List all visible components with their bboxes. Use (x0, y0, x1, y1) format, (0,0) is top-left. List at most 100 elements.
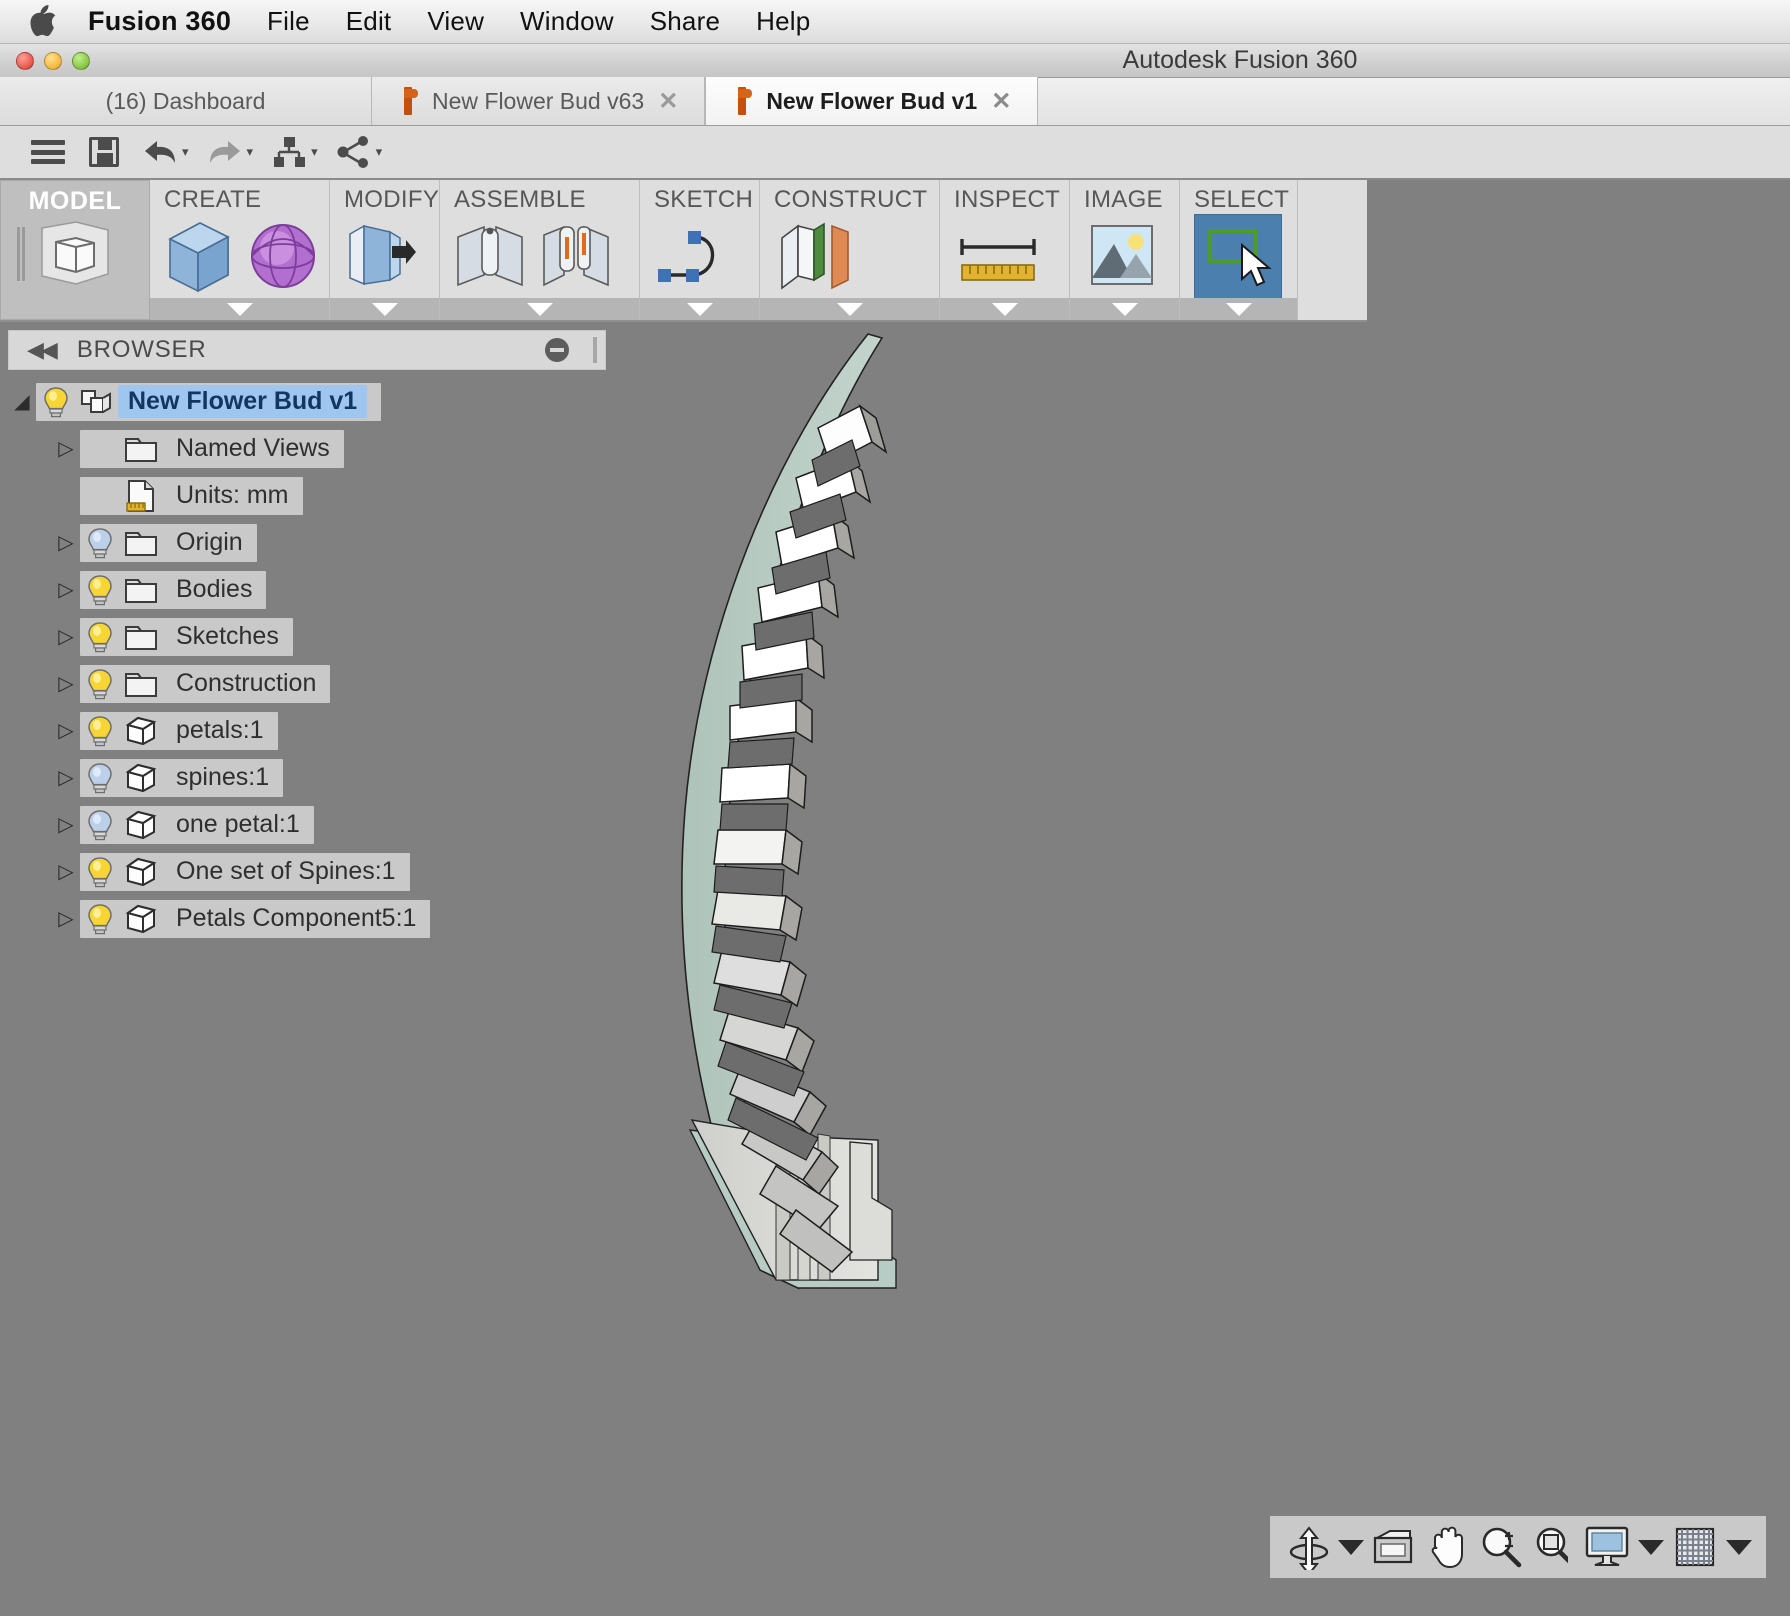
hierarchy-button[interactable] (263, 130, 315, 174)
browser-panel-header[interactable]: ◀◀ BROWSER (8, 330, 606, 370)
ribbon-panel-modify[interactable]: MODIFY (330, 180, 440, 320)
box-icon[interactable] (164, 217, 234, 295)
ribbon-panel-sketch-dropdown[interactable] (640, 298, 759, 320)
apple-logo-icon[interactable] (30, 4, 60, 39)
offset-plane-icon[interactable] (774, 218, 856, 294)
close-icon[interactable]: ✕ (658, 87, 678, 116)
ribbon-panel-select[interactable]: SELECT (1180, 180, 1298, 320)
share-caret-icon[interactable]: ▾ (376, 144, 383, 160)
ribbon-toolbar[interactable]: MODEL CREATE MODIFY ASSEMBLE SKETCH CONS… (0, 180, 1367, 322)
grid-snap-button[interactable] (1670, 1522, 1720, 1572)
share-button[interactable] (328, 130, 380, 174)
light-bulb-on-icon[interactable] (80, 668, 120, 700)
ribbon-panel-select-dropdown[interactable] (1180, 298, 1297, 320)
browser-tree-item-chip[interactable]: Named Views (80, 429, 344, 468)
twisty-collapsed-icon[interactable]: ▷ (52, 436, 80, 461)
twisty-collapsed-icon[interactable]: ▷ (52, 765, 80, 790)
view-navigation-bar[interactable] (1270, 1516, 1594, 1578)
undo-caret-icon[interactable]: ▾ (182, 144, 189, 160)
workspace-tab-model[interactable]: MODEL (0, 180, 150, 320)
as-built-joint-icon[interactable] (540, 219, 612, 293)
browser-tree-item-construction[interactable]: ▷ Construction (8, 660, 608, 707)
menu-item-file[interactable]: File (249, 6, 328, 37)
light-bulb-on-icon[interactable] (80, 903, 120, 935)
mac-menu-bar[interactable]: Fusion 360 File Edit View Window Share H… (0, 0, 1790, 44)
light-bulb-on-icon[interactable] (80, 856, 120, 888)
press-pull-icon[interactable] (344, 218, 416, 294)
twisty-collapsed-icon[interactable]: ▷ (52, 906, 80, 931)
ribbon-panel-assemble-dropdown[interactable] (440, 298, 639, 320)
undo-button[interactable] (134, 130, 186, 174)
ribbon-panel-create[interactable]: CREATE (150, 180, 330, 320)
light-bulb-on-icon[interactable] (80, 574, 120, 606)
twisty-collapsed-icon[interactable]: ▷ (52, 530, 80, 555)
browser-tree-item-spines-1[interactable]: ▷ spines:1 (8, 754, 608, 801)
select-window-icon[interactable] (1194, 214, 1282, 300)
orbit-caret-icon[interactable] (1338, 1539, 1364, 1555)
ribbon-panel-inspect[interactable]: INSPECT (940, 180, 1070, 320)
ribbon-panel-modify-dropdown[interactable] (330, 298, 439, 320)
light-bulb-off-icon[interactable] (80, 527, 120, 559)
twisty-collapsed-icon[interactable]: ▷ (52, 624, 80, 649)
browser-tree-item-one-set-of-spines-1[interactable]: ▷ One set of Spines:1 (8, 848, 608, 895)
browser-tree-item-chip[interactable]: Units: mm (80, 476, 303, 515)
pan-button[interactable] (1422, 1522, 1472, 1572)
menu-item-fusion-360[interactable]: Fusion 360 (88, 6, 249, 37)
menu-item-window[interactable]: Window (502, 6, 632, 37)
browser-tree-item-one-petal-1[interactable]: ▷ one petal:1 (8, 801, 608, 848)
light-bulb-off-icon[interactable] (80, 809, 120, 841)
quick-access-toolbar[interactable]: ▾ ▾ ▾ ▾ (0, 126, 1790, 180)
close-icon[interactable]: ✕ (991, 87, 1011, 116)
display-settings-caret-icon[interactable] (1638, 1539, 1664, 1555)
double-chevron-left-icon[interactable]: ◀◀ (27, 337, 58, 363)
menu-item-edit[interactable]: Edit (328, 6, 410, 37)
ribbon-grip[interactable] (17, 227, 25, 281)
canvas-image-icon[interactable] (1084, 220, 1160, 292)
browser-tree-item-chip[interactable]: One set of Spines:1 (80, 852, 410, 891)
sphere-icon[interactable] (248, 220, 318, 292)
browser-tree-item-chip[interactable]: spines:1 (80, 758, 284, 797)
zoom-button[interactable] (1476, 1522, 1526, 1572)
browser-tree-item-chip[interactable]: one petal:1 (80, 805, 314, 844)
grid-snap-caret-icon[interactable] (1726, 1539, 1752, 1555)
light-bulb-on-icon[interactable] (36, 386, 76, 418)
hierarchy-caret-icon[interactable]: ▾ (311, 144, 318, 160)
browser-tree-item-chip[interactable]: Petals Component5:1 (80, 899, 431, 938)
display-settings-bar[interactable] (1568, 1516, 1766, 1578)
display-settings-button[interactable] (1582, 1522, 1632, 1572)
browser-tree-item-chip[interactable]: New Flower Bud v1 (36, 382, 382, 421)
tab-new-flower-bud-v63[interactable]: New Flower Bud v63 ✕ (372, 77, 706, 125)
measure-ruler-icon[interactable] (954, 221, 1044, 291)
browser-tree-item-named-views[interactable]: ▷ Named Views (8, 425, 608, 472)
menu-item-help[interactable]: Help (738, 6, 828, 37)
spline-icon[interactable] (654, 221, 736, 291)
menu-button[interactable] (22, 130, 74, 174)
tab-dashboard[interactable]: (16) Dashboard (0, 77, 372, 125)
browser-resize-grip[interactable] (593, 337, 597, 363)
menu-item-view[interactable]: View (409, 6, 502, 37)
save-button[interactable] (78, 130, 130, 174)
ribbon-panel-image[interactable]: IMAGE (1070, 180, 1180, 320)
orbit-button[interactable] (1284, 1522, 1334, 1572)
twisty-collapsed-icon[interactable]: ▷ (52, 859, 80, 884)
joint-icon[interactable] (454, 219, 526, 293)
twisty-collapsed-icon[interactable]: ▷ (52, 577, 80, 602)
redo-caret-icon[interactable]: ▾ (247, 144, 254, 160)
browser-tree[interactable]: ◢ New Flower Bud v1 ▷ Named Views Units: mm ▷… (8, 378, 608, 942)
tab-new-flower-bud-v1[interactable]: New Flower Bud v1 ✕ (705, 77, 1039, 125)
ribbon-panel-inspect-dropdown[interactable] (940, 298, 1069, 320)
browser-tree-item-sketches[interactable]: ▷ Sketches (8, 613, 608, 660)
browser-tree-item-chip[interactable]: Construction (80, 664, 331, 703)
browser-tree-item-petals-component5-1[interactable]: ▷ Petals Component5:1 (8, 895, 608, 942)
look-at-button[interactable] (1368, 1522, 1418, 1572)
browser-tree-item-new-flower-bud-v1[interactable]: ◢ New Flower Bud v1 (8, 378, 608, 425)
twisty-collapsed-icon[interactable]: ▷ (52, 812, 80, 837)
browser-tree-item-chip[interactable]: Origin (80, 523, 257, 562)
browser-tree-item-origin[interactable]: ▷ Origin (8, 519, 608, 566)
redo-button[interactable] (199, 130, 251, 174)
ribbon-panel-construct[interactable]: CONSTRUCT (760, 180, 940, 320)
browser-tree-item-chip[interactable]: Sketches (80, 617, 293, 656)
menu-item-share[interactable]: Share (632, 6, 738, 37)
ribbon-panel-create-dropdown[interactable] (150, 298, 329, 320)
browser-tree-item-chip[interactable]: Bodies (80, 570, 267, 609)
